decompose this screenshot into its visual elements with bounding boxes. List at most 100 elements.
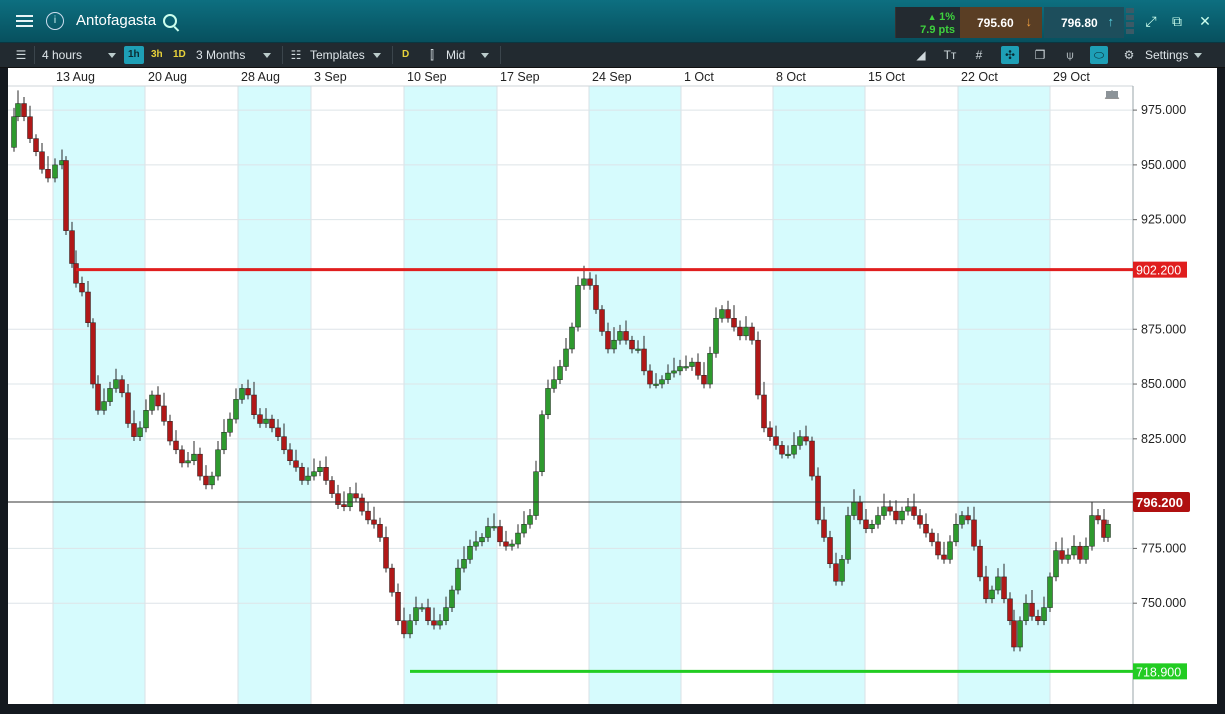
candle-body: [191, 453, 197, 461]
candle-body: [1053, 550, 1059, 578]
sell-price: 795.60: [977, 16, 1014, 30]
interval-dropdown[interactable]: 4 hours: [42, 43, 117, 67]
candle-body: [653, 383, 659, 386]
price-chart[interactable]: 13 Aug 20 Aug 28 Aug 3 Sep 10 Sep 17 Sep 24 Se…: [0, 68, 1225, 714]
x-tick-label: 8 Oct: [776, 70, 806, 84]
candle-body: [551, 379, 557, 389]
candle-body: [269, 418, 275, 429]
range-dropdown[interactable]: 3 Months: [196, 43, 272, 67]
interval-1d-button[interactable]: 1D: [169, 46, 190, 64]
x-tick-label: 15 Oct: [868, 70, 905, 84]
y-tick-label: 950.000: [1141, 158, 1186, 172]
resistance-label: 902.200: [1136, 264, 1181, 278]
candle-body: [1059, 550, 1065, 560]
candle-body: [233, 399, 239, 420]
expand-icon[interactable]: ⤢: [1142, 12, 1160, 30]
candle-body: [605, 331, 611, 350]
text-tool-icon[interactable]: Tт: [941, 46, 959, 64]
candle-body: [251, 394, 257, 415]
candle-body: [155, 394, 161, 407]
close-icon[interactable]: ✕: [1196, 12, 1214, 30]
layers-icon[interactable]: ❐: [1031, 46, 1049, 64]
candles-icon: ⫿: [430, 48, 434, 62]
candle-body: [353, 493, 359, 499]
y-tick-label: 975.000: [1141, 103, 1186, 117]
candle-body: [953, 524, 959, 543]
x-tick-label: 17 Sep: [500, 70, 540, 84]
templates-dropdown[interactable]: Templates: [310, 43, 381, 67]
candle-body: [437, 620, 443, 626]
candle-body: [1105, 524, 1111, 538]
candle-body: [449, 589, 455, 608]
candle-body: [731, 318, 737, 328]
templates-icon: ☷: [290, 48, 302, 62]
grid-icon[interactable]: #: [970, 46, 988, 64]
candle-body: [137, 427, 143, 437]
chart-list-icon[interactable]: ☰: [12, 46, 30, 64]
indicator-icon[interactable]: ⍦: [1061, 46, 1079, 64]
candle-body: [581, 278, 587, 286]
candle-body: [929, 532, 935, 543]
search-icon[interactable]: [163, 14, 177, 28]
candle-body: [527, 515, 533, 525]
support-label: 718.900: [1136, 665, 1181, 679]
interval-1h-button[interactable]: 1h: [124, 46, 144, 64]
info-icon[interactable]: i: [44, 0, 66, 42]
candle-body: [995, 576, 1001, 591]
crosshair-icon[interactable]: ✣: [1001, 46, 1019, 64]
candle-body: [39, 151, 45, 170]
candle-body: [611, 339, 617, 350]
candle-body: [821, 519, 827, 538]
draw-line-icon[interactable]: ◢: [912, 46, 930, 64]
candle-body: [743, 326, 749, 337]
candle-body: [665, 372, 671, 380]
candle-body: [85, 291, 91, 323]
candle-body: [1083, 545, 1089, 560]
price-mode-dropdown[interactable]: Mid: [446, 43, 490, 67]
candle-body: [635, 348, 641, 351]
candle-body: [485, 526, 491, 538]
candle-body: [479, 537, 485, 543]
candle-body: [347, 493, 353, 508]
sell-button[interactable]: 795.60 ↓: [960, 7, 1042, 38]
candle-body: [161, 405, 167, 422]
candle-body: [1007, 598, 1013, 621]
candle-body: [509, 543, 515, 547]
candle-body: [773, 436, 779, 446]
candle-body: [851, 502, 857, 516]
candle-body: [911, 506, 917, 516]
candle-body: [545, 388, 551, 415]
candle-body: [299, 467, 305, 481]
candle-body: [881, 506, 887, 516]
candle-body: [623, 331, 629, 341]
x-tick-label: 3 Sep: [314, 70, 347, 84]
settings-dropdown[interactable]: Settings: [1145, 43, 1203, 67]
candle-body: [425, 607, 431, 621]
y-tick-label: 775.000: [1141, 541, 1186, 555]
interval-3h-button[interactable]: 3h: [147, 46, 167, 64]
x-tick-label: 29 Oct: [1053, 70, 1090, 84]
week-shade: [958, 86, 1050, 704]
candle-body: [209, 475, 215, 486]
candle-body: [401, 620, 407, 635]
buy-button[interactable]: 796.80 ↑: [1044, 7, 1124, 38]
candle-body: [827, 537, 833, 564]
candle-body: [455, 567, 461, 591]
daily-d-button[interactable]: D: [398, 46, 413, 64]
candle-body: [869, 524, 875, 529]
candle-body: [947, 541, 953, 560]
gear-icon[interactable]: ⚙: [1120, 46, 1138, 64]
label-tag-icon[interactable]: ⬭: [1090, 46, 1108, 64]
candle-body: [797, 436, 803, 446]
candle-body: [1089, 515, 1095, 547]
candle-body: [1047, 576, 1053, 608]
change-points: 7.9 pts: [920, 24, 955, 36]
candle-body: [887, 506, 893, 512]
candle-body: [167, 421, 173, 442]
candle-body: [917, 515, 923, 525]
menu-icon[interactable]: [8, 0, 40, 42]
y-tick-label: 925.000: [1141, 213, 1186, 227]
candle-body: [629, 339, 635, 350]
candle-body: [899, 510, 905, 521]
popout-icon[interactable]: ⧉: [1168, 12, 1186, 30]
